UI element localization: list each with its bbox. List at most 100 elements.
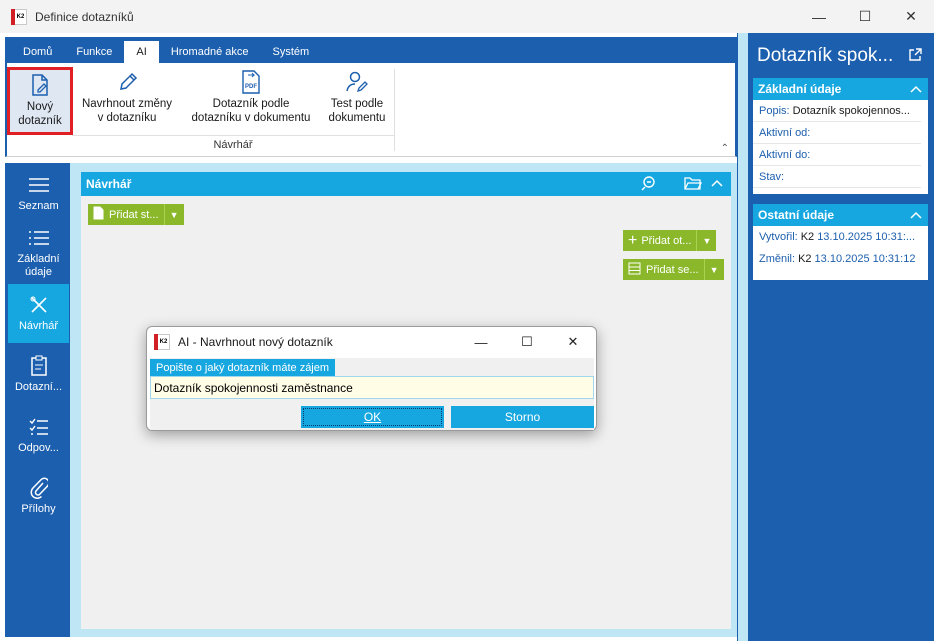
nav-label-dotaznik: Dotazní... — [14, 381, 63, 393]
ok-label: OK — [363, 410, 382, 424]
field-aktivni-do[interactable]: Aktivní do: — [753, 144, 921, 166]
nav-label-navrhar: Návrhář — [18, 320, 59, 332]
nav-item-dotaznik[interactable]: Dotazní... — [8, 345, 69, 404]
test-by-document-button[interactable]: Test podle dokumentu — [321, 67, 393, 135]
designer-panel-title: Návrhář — [86, 177, 132, 191]
questionnaire-from-document-button[interactable]: PDF Dotazník podle dotazníku v dokumentu — [183, 67, 319, 135]
pane-splitter[interactable] — [737, 33, 748, 641]
add-question-label: Přidat ot... — [641, 234, 692, 247]
ribbon-separator — [394, 69, 395, 151]
zoom-out-icon[interactable] — [640, 175, 656, 194]
ribbon-tabs: Domů Funkce AI Hromadné akce Systém — [5, 37, 737, 63]
chevron-down-icon[interactable]: ▼ — [696, 230, 716, 251]
popout-icon[interactable] — [908, 48, 922, 65]
nav-label-prilohy: Přílohy — [21, 503, 56, 515]
tab-system[interactable]: Systém — [260, 41, 321, 63]
field-stav[interactable]: Stav: — [753, 166, 921, 188]
ai-new-questionnaire-dialog: K2 AI - Navrhnout nový dotazník — ☐ ✕ Po… — [146, 326, 597, 431]
cancel-button[interactable]: Storno — [451, 406, 594, 428]
maximize-button[interactable]: ☐ — [842, 0, 888, 33]
new-questionnaire-button[interactable]: Nový dotazník — [7, 67, 73, 135]
dialog-maximize-button[interactable]: ☐ — [504, 327, 550, 357]
left-navigation: Seznam Základní údaje Návrhář Dotazní...… — [5, 163, 70, 637]
dialog-body: Popište o jaký dotazník máte zájem Dotaz… — [150, 358, 594, 430]
hamburger-icon — [28, 174, 50, 196]
test-by-document-label-2: dokumentu — [328, 112, 386, 124]
add-section-button[interactable]: Přidat se... ▼ — [623, 259, 724, 280]
nav-item-odpovedi[interactable]: Odpov... — [8, 406, 69, 465]
add-section-top-label: Přidat st... — [109, 208, 159, 221]
chevron-up-icon[interactable] — [904, 78, 928, 100]
tools-icon — [29, 294, 49, 316]
popis-value: Dotazník spokojennos... — [792, 104, 910, 117]
chevron-up-icon[interactable] — [709, 175, 725, 194]
zmenil-date: 13.10.2025 10:31:12 — [814, 253, 916, 265]
field-popis[interactable]: Popis: Dotazník spokojennos... — [753, 100, 921, 122]
plus-icon: + — [628, 231, 638, 249]
nav-label-odpovedi: Odpov... — [18, 442, 59, 454]
aktivni-do-label: Aktivní do: — [759, 148, 811, 161]
minimize-button[interactable]: — — [796, 0, 842, 33]
pencil-icon — [116, 67, 138, 97]
aktivni-od-label: Aktivní od: — [759, 126, 811, 139]
dialog-minimize-button[interactable]: — — [458, 327, 504, 357]
chevron-down-icon[interactable]: ▼ — [163, 204, 184, 225]
zmenil-label: Změnil: — [759, 253, 796, 265]
detail-pane-title: Dotazník spok... — [757, 45, 894, 66]
add-section-label: Přidat se... — [646, 263, 699, 276]
basic-info-card: Základní údaje Popis: Dotazník spokojenno… — [753, 78, 928, 194]
ribbon-group-label: Návrhář — [72, 135, 394, 151]
table-icon — [628, 262, 641, 278]
dialog-close-button[interactable]: ✕ — [550, 327, 596, 357]
new-questionnaire-label-2: dotazník — [18, 115, 62, 127]
field-vytvoril: Vytvořil: K2 13.10.2025 10:31:... — [753, 226, 921, 248]
add-question-main[interactable]: + Přidat ot... — [623, 230, 696, 251]
add-section-main[interactable]: Přidat se... — [623, 259, 704, 280]
svg-text:PDF: PDF — [245, 84, 257, 90]
user-edit-icon — [345, 67, 369, 97]
window-title: Definice dotazníků — [35, 9, 134, 24]
suggest-changes-label-2: v dotazníku — [97, 112, 157, 124]
vytvoril-label: Vytvořil: — [759, 231, 798, 243]
other-info-title: Ostatní údaje — [758, 208, 835, 222]
field-zmenil: Změnil: K2 13.10.2025 10:31:12 — [753, 248, 921, 270]
other-info-header: Ostatní údaje — [753, 204, 928, 226]
folder-open-icon[interactable] — [684, 175, 703, 194]
clipboard-icon — [30, 355, 48, 377]
nav-label-seznam: Seznam — [18, 200, 59, 212]
new-questionnaire-label-1: Nový — [26, 101, 54, 113]
new-document-icon — [29, 70, 51, 100]
tab-hromadne-akce[interactable]: Hromadné akce — [159, 41, 261, 63]
description-input[interactable]: Dotazník spokojennosti zaměstnance — [150, 376, 594, 399]
suggest-changes-button[interactable]: Navrhnout změny v dotazníku — [77, 67, 177, 135]
add-question-button[interactable]: + Přidat ot... ▼ — [623, 230, 717, 251]
test-by-document-label-1: Test podle — [330, 98, 384, 110]
field-aktivni-od[interactable]: Aktivní od: — [753, 122, 921, 144]
detail-pane: Dotazník spok... Základní údaje Popis: Do… — [748, 33, 934, 641]
tab-ai[interactable]: AI — [124, 41, 159, 63]
tab-domu[interactable]: Domů — [11, 41, 64, 63]
checklist-icon — [29, 416, 49, 438]
basic-info-header: Základní údaje — [753, 78, 928, 100]
vytvoril-user: K2 — [800, 231, 815, 243]
paperclip-icon — [30, 477, 48, 499]
close-button[interactable]: ✕ — [888, 0, 934, 33]
tab-funkce[interactable]: Funkce — [64, 41, 124, 63]
k2-app-icon: K2 — [154, 334, 170, 350]
ribbon: Nový dotazník Navrhnout změny v dotazník… — [5, 63, 737, 157]
chevron-up-icon[interactable] — [904, 204, 928, 226]
nav-item-seznam[interactable]: Seznam — [8, 166, 69, 221]
ok-button[interactable]: OK — [301, 406, 444, 428]
nav-item-prilohy[interactable]: Přílohy — [8, 467, 69, 526]
add-section-top-main[interactable]: Přidat st... — [88, 204, 164, 225]
window-titlebar: K2 Definice dotazníků — ☐ ✕ — [0, 0, 934, 33]
ribbon-collapse-icon[interactable]: ⌃ — [721, 143, 729, 154]
chevron-down-icon[interactable]: ▼ — [703, 259, 724, 280]
vytvoril-date: 13.10.2025 10:31:... — [817, 231, 916, 243]
nav-item-zakladni-udaje[interactable]: Základní údaje — [8, 223, 69, 282]
nav-item-navrhar[interactable]: Návrhář — [8, 284, 69, 343]
description-label: Popište o jaký dotazník máte zájem — [150, 359, 336, 376]
add-section-top-button[interactable]: Přidat st... ▼ — [88, 204, 184, 225]
dialog-titlebar: K2 AI - Navrhnout nový dotazník — ☐ ✕ — [147, 327, 596, 357]
list-icon — [28, 227, 50, 249]
